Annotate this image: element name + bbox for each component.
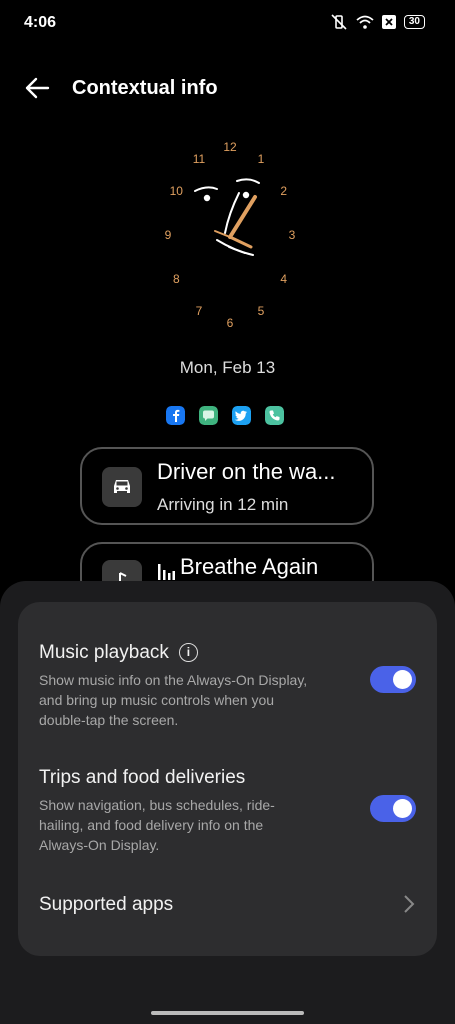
supported-apps-row[interactable]: Supported apps (39, 894, 429, 924)
lock-date: Mon, Feb 13 (179, 358, 276, 377)
vibrate-off-icon (331, 14, 347, 30)
chevron-right-icon (404, 895, 415, 913)
clock-numeral: 1 (258, 152, 265, 166)
clock-numeral: 4 (280, 272, 287, 286)
wifi-icon (356, 15, 374, 29)
clock-numeral: 5 (258, 304, 265, 318)
phone-icon (265, 406, 284, 425)
twitter-icon (232, 406, 251, 425)
page-title: Contextual info (72, 77, 218, 99)
app-bar: Contextual info (0, 64, 455, 112)
clock-numeral: 9 (165, 228, 172, 242)
supported-apps-label: Supported apps (39, 894, 174, 915)
settings-sheet: Music playback i Show music info on the A… (0, 581, 455, 1024)
clock-numeral: 6 (227, 316, 234, 330)
messages-icon (199, 406, 218, 425)
equalizer-icon (158, 564, 175, 580)
music-playback-description: Show music info on the Always-On Display… (39, 672, 308, 728)
home-indicator[interactable] (151, 1011, 304, 1015)
facebook-icon (166, 406, 185, 425)
trip-card-subtitle: Arriving in 12 min (157, 495, 289, 514)
clock-numeral: 3 (289, 228, 296, 242)
back-arrow-icon[interactable] (22, 74, 52, 102)
status-icons: 30 (330, 14, 425, 30)
trips-deliveries-title: Trips and food deliveries (39, 767, 246, 788)
clock-numeral: 11 (193, 152, 206, 166)
clock-numeral: 12 (223, 140, 237, 154)
trips-deliveries-description: Show navigation, bus schedules, ride-hai… (39, 797, 275, 853)
info-icon[interactable]: i (178, 643, 198, 663)
clock-face-drawing (194, 178, 260, 256)
status-bar: 4:06 30 (0, 0, 455, 48)
clock-numeral: 10 (170, 184, 184, 198)
trip-card: Driver on the wa... Arriving in 12 min (80, 447, 374, 525)
minute-hand (214, 230, 231, 238)
clock-numeral: 2 (280, 184, 287, 198)
notification-icons-row (166, 406, 284, 425)
music-playback-label: Music playback (39, 642, 169, 663)
trip-card-title: Driver on the wa... (157, 459, 336, 484)
aod-clock-preview: 121234567891011 (165, 140, 296, 330)
status-time: 4:06 (24, 14, 57, 31)
second-hand (228, 235, 253, 249)
settings-panel: Music playback i Show music info on the A… (18, 602, 437, 956)
music-card-title: Breathe Again (180, 554, 319, 579)
music-playback-toggle[interactable] (370, 666, 416, 693)
music-playback-title: Music playback i (39, 642, 198, 664)
battery-indicator: 30 (403, 15, 425, 29)
clock-numeral: 7 (196, 304, 203, 318)
clock-numeral: 8 (173, 272, 180, 286)
trips-deliveries-toggle[interactable] (370, 795, 416, 822)
no-sim-icon (381, 15, 396, 29)
car-icon (102, 467, 142, 507)
